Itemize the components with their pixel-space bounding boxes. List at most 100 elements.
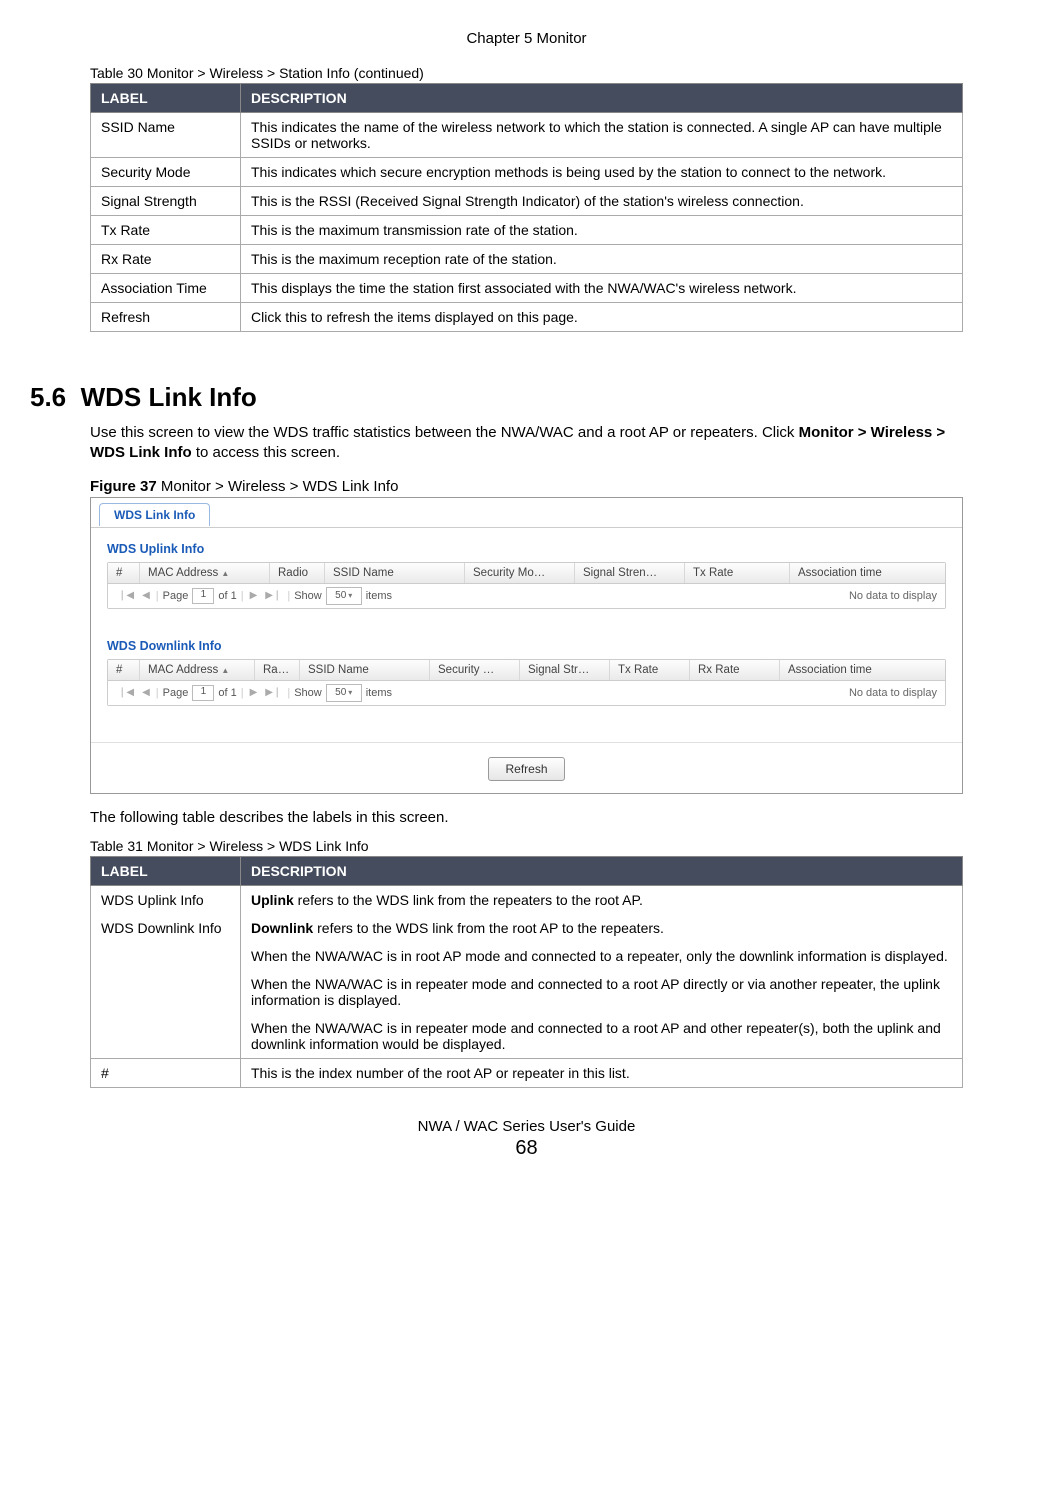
page-input[interactable]: 1 — [192, 588, 214, 604]
page-of-label: of 1 — [218, 687, 236, 699]
col-ssid-name[interactable]: SSID Name — [325, 563, 465, 583]
chevron-down-icon: ▾ — [348, 688, 352, 697]
uplink-grid: # MAC Address▲ Radio SSID Name Security … — [107, 562, 946, 609]
col-mac-address[interactable]: MAC Address▲ — [140, 660, 255, 680]
cell-desc: Click this to refresh the items displaye… — [241, 303, 963, 332]
table-row: Rx RateThis is the maximum reception rat… — [91, 245, 963, 274]
downlink-desc: refers to the WDS link from the root AP … — [313, 920, 664, 936]
col-security-mode[interactable]: Security Mo… — [465, 563, 575, 583]
cell-desc: This indicates the name of the wireless … — [241, 113, 963, 158]
table30-header-desc: DESCRIPTION — [241, 84, 963, 113]
show-label: Show — [294, 590, 322, 602]
col-association-time[interactable]: Association time — [780, 660, 945, 680]
col-association-time[interactable]: Association time — [790, 563, 945, 583]
page-size-value: 50 — [335, 590, 346, 601]
downlink-grid-header: # MAC Address▲ Ra… SSID Name Security … … — [108, 660, 945, 681]
downlink-pager: ❘◀ ◀ | Page 1 of 1 | ▶ ▶❘ | Show 50▾ ite… — [108, 681, 945, 705]
cell-desc: This is the index number of the root AP … — [241, 1058, 963, 1087]
section-heading: 5.6 WDS Link Info — [30, 382, 963, 413]
cell-desc: This is the RSSI (Received Signal Streng… — [241, 187, 963, 216]
cell-desc: This is the maximum reception rate of th… — [241, 245, 963, 274]
table30-caption: Table 30 Monitor > Wireless > Station In… — [90, 65, 963, 81]
cell-label: Tx Rate — [91, 216, 241, 245]
col-index[interactable]: # — [108, 660, 140, 680]
next-page-icon[interactable]: ▶ — [248, 590, 260, 601]
cell-label: Security Mode — [91, 158, 241, 187]
col-radio[interactable]: Ra… — [255, 660, 300, 680]
table30: LABEL DESCRIPTION SSID NameThis indicate… — [90, 83, 963, 332]
col-signal-strength[interactable]: Signal Str… — [520, 660, 610, 680]
sort-asc-icon: ▲ — [221, 666, 229, 675]
cell-label: Signal Strength — [91, 187, 241, 216]
col-label-text: MAC Address — [148, 664, 218, 676]
prev-page-icon[interactable]: ◀ — [140, 590, 152, 601]
table-row: SSID NameThis indicates the name of the … — [91, 113, 963, 158]
downlink-grid: # MAC Address▲ Ra… SSID Name Security … … — [107, 659, 946, 706]
last-page-icon[interactable]: ▶❘ — [263, 590, 283, 601]
tab-wds-link-info[interactable]: WDS Link Info — [99, 503, 210, 526]
page-size-value: 50 — [335, 687, 346, 698]
table31-caption: Table 31 Monitor > Wireless > WDS Link I… — [90, 838, 963, 854]
col-index[interactable]: # — [108, 563, 140, 583]
table31-header-label: LABEL — [91, 856, 241, 885]
downlink-bold: Downlink — [251, 920, 313, 936]
show-label: Show — [294, 687, 322, 699]
page-label: Page — [163, 687, 189, 699]
uplink-section-title: WDS Uplink Info — [107, 542, 946, 556]
no-data-label: No data to display — [849, 590, 937, 602]
cell-desc: This indicates which secure encryption m… — [241, 158, 963, 187]
figure-number: Figure 37 — [90, 478, 157, 495]
cell-label: Refresh — [91, 303, 241, 332]
col-rx-rate[interactable]: Rx Rate — [690, 660, 780, 680]
desc-p3: When the NWA/WAC is in root AP mode and … — [251, 948, 952, 964]
items-label: items — [366, 687, 392, 699]
first-page-icon[interactable]: ❘◀ — [116, 590, 136, 601]
page-number: 68 — [90, 1137, 963, 1160]
label-uplink: WDS Uplink Info — [101, 892, 230, 908]
chevron-down-icon: ▾ — [348, 591, 352, 600]
col-mac-address[interactable]: MAC Address▲ — [140, 563, 270, 583]
intro-text-2: to access this screen. — [192, 444, 340, 461]
page-size-select[interactable]: 50▾ — [326, 587, 362, 605]
intro-text-1: Use this screen to view the WDS traffic … — [90, 424, 799, 441]
desc-p5: When the NWA/WAC is in repeater mode and… — [251, 1020, 952, 1052]
table-row: Association TimeThis displays the time t… — [91, 274, 963, 303]
col-tx-rate[interactable]: Tx Rate — [610, 660, 690, 680]
table-row: # This is the index number of the root A… — [91, 1058, 963, 1087]
table-row: Security ModeThis indicates which secure… — [91, 158, 963, 187]
table31-header-desc: DESCRIPTION — [241, 856, 963, 885]
downlink-section-title: WDS Downlink Info — [107, 639, 946, 653]
refresh-button[interactable]: Refresh — [488, 757, 564, 781]
table-row: Tx RateThis is the maximum transmission … — [91, 216, 963, 245]
last-page-icon[interactable]: ▶❘ — [263, 687, 283, 698]
chapter-heading: Chapter 5 Monitor — [90, 30, 963, 47]
uplink-grid-header: # MAC Address▲ Radio SSID Name Security … — [108, 563, 945, 584]
next-page-icon[interactable]: ▶ — [248, 687, 260, 698]
col-radio[interactable]: Radio — [270, 563, 325, 583]
cell-label: # — [91, 1058, 241, 1087]
prev-page-icon[interactable]: ◀ — [140, 687, 152, 698]
section-intro: Use this screen to view the WDS traffic … — [90, 423, 963, 464]
page-input[interactable]: 1 — [192, 685, 214, 701]
col-label-text: MAC Address — [148, 567, 218, 579]
col-tx-rate[interactable]: Tx Rate — [685, 563, 790, 583]
page-size-select[interactable]: 50▾ — [326, 684, 362, 702]
figure-title: Monitor > Wireless > WDS Link Info — [157, 478, 399, 495]
col-ssid-name[interactable]: SSID Name — [300, 660, 430, 680]
cell-desc: This is the maximum transmission rate of… — [241, 216, 963, 245]
section-title: WDS Link Info — [81, 382, 257, 412]
cell-label: SSID Name — [91, 113, 241, 158]
uplink-pager: ❘◀ ◀ | Page 1 of 1 | ▶ ▶❘ | Show 50▾ ite… — [108, 584, 945, 608]
col-security-mode[interactable]: Security … — [430, 660, 520, 680]
uplink-desc: refers to the WDS link from the repeater… — [294, 892, 643, 908]
wds-link-info-screenshot: WDS Link Info WDS Uplink Info # MAC Addr… — [90, 497, 963, 794]
first-page-icon[interactable]: ❘◀ — [116, 687, 136, 698]
guide-title: NWA / WAC Series User's Guide — [90, 1118, 963, 1135]
cell-label: WDS Uplink Info WDS Downlink Info — [91, 885, 241, 1058]
table-row: RefreshClick this to refresh the items d… — [91, 303, 963, 332]
cell-desc: Uplink refers to the WDS link from the r… — [241, 885, 963, 1058]
items-label: items — [366, 590, 392, 602]
following-table-text: The following table describes the labels… — [90, 808, 963, 828]
col-signal-strength[interactable]: Signal Stren… — [575, 563, 685, 583]
cell-label: Association Time — [91, 274, 241, 303]
